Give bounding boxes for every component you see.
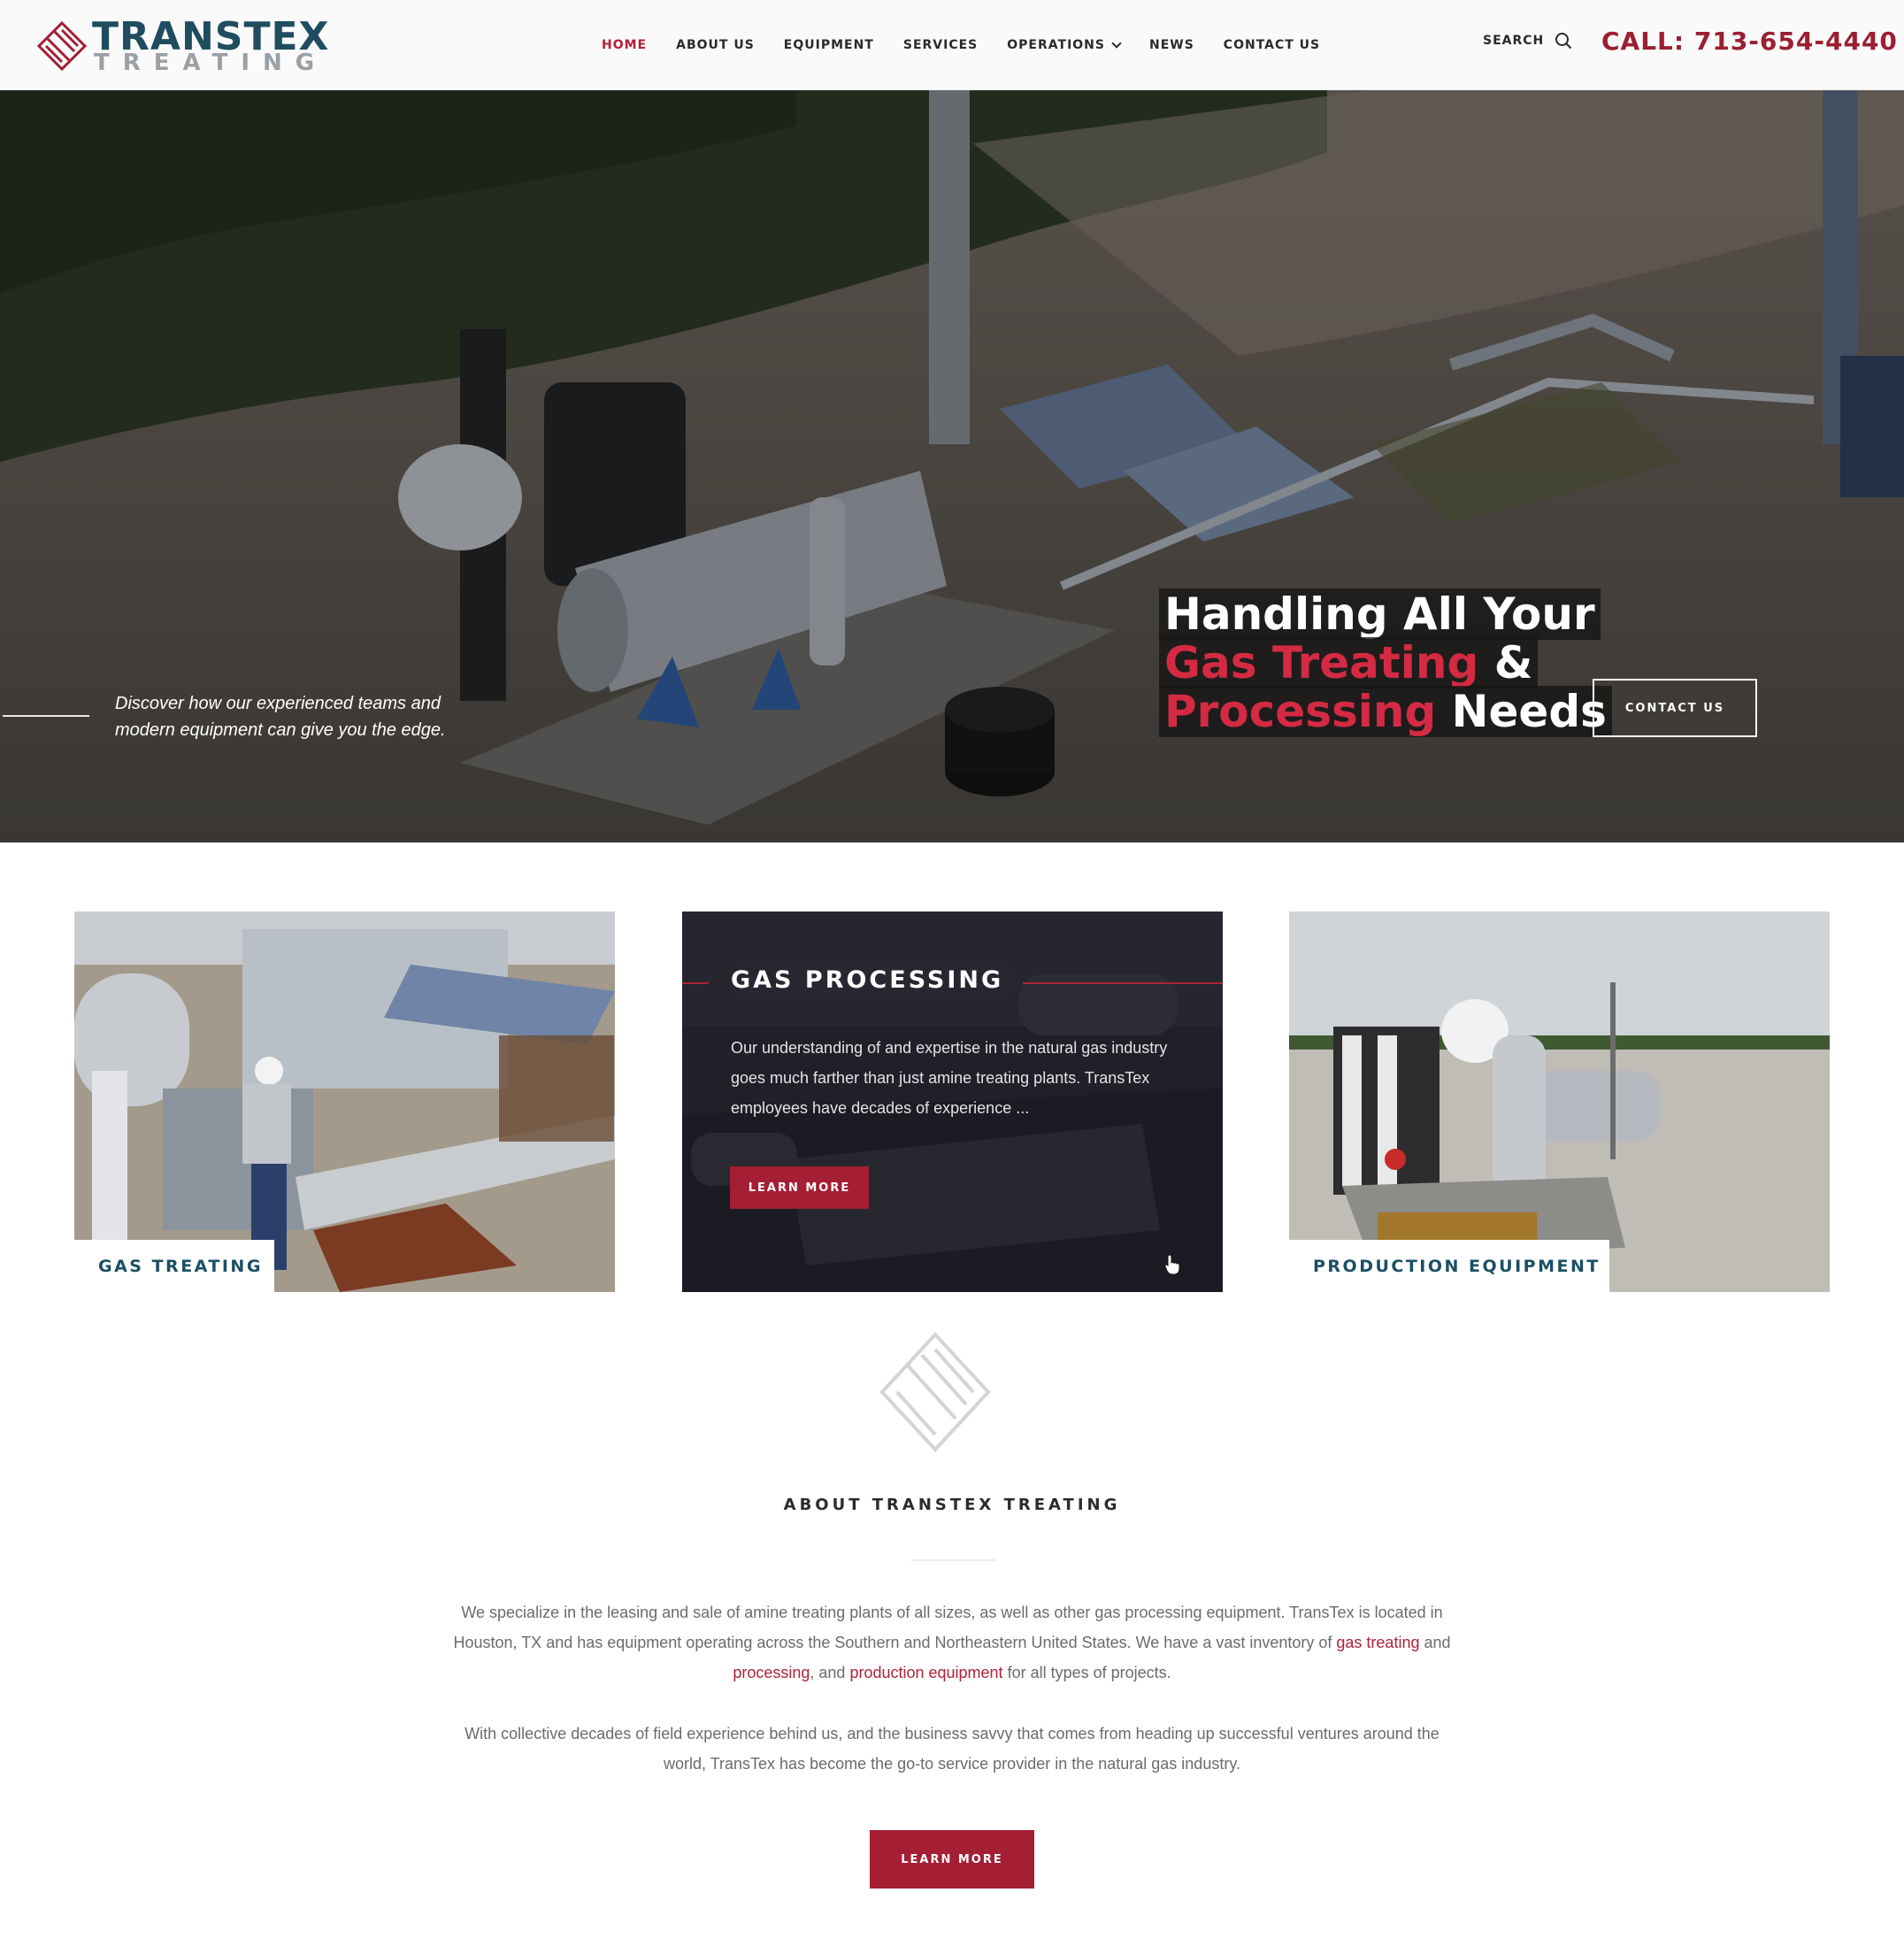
- about-paragraph-2: With collective decades of field experie…: [464, 1725, 1440, 1773]
- link-gas-treating[interactable]: gas treating: [1336, 1634, 1419, 1651]
- card-gas-processing-text: Our understanding of and expertise in th…: [731, 1039, 1168, 1117]
- card-gas-treating-label: GAS TREATING: [74, 1240, 274, 1292]
- about-p1-text-a: We specialize in the leasing and sale of…: [453, 1604, 1443, 1651]
- production-equipment-photo: [1289, 912, 1830, 1292]
- gas-processing-accent-line-right: [1023, 982, 1223, 984]
- diamond-stripes-logo-icon: [36, 20, 88, 72]
- card-gas-processing-learn-more-button[interactable]: LEARN MORE: [730, 1166, 869, 1209]
- nav-news[interactable]: NEWS: [1149, 38, 1194, 52]
- hero-headline-ampersand: &: [1478, 637, 1533, 689]
- nav-home[interactable]: HOME: [602, 38, 647, 52]
- about-divider: [911, 1559, 996, 1561]
- hero-accent-line: [3, 715, 89, 717]
- search-icon: [1555, 33, 1572, 50]
- hero-headline-processing: Processing: [1164, 686, 1437, 737]
- about-paragraph-1: We specialize in the leasing and sale of…: [442, 1597, 1462, 1688]
- about-section-title: ABOUT TRANSTEX TREATING: [783, 1496, 1121, 1514]
- card-gas-processing[interactable]: GAS PROCESSING Our understanding of and …: [682, 912, 1223, 1292]
- hero-headline-gas-treating: Gas Treating: [1164, 637, 1479, 689]
- nav-contact-us[interactable]: CONTACT US: [1224, 38, 1320, 52]
- nav-operations-label: OPERATIONS: [1007, 38, 1105, 52]
- about-learn-more-button[interactable]: LEARN MORE: [870, 1830, 1034, 1889]
- hero-headline: Handling All Your Gas Treating & Process…: [1159, 589, 1612, 737]
- about-p1-text-b: and: [1419, 1634, 1451, 1651]
- call-phone-link[interactable]: CALL: 713-654-4440: [1601, 27, 1898, 56]
- diamond-stripes-watermark-icon: [879, 1332, 991, 1452]
- nav-operations[interactable]: OPERATIONS: [1007, 37, 1122, 52]
- card-gas-treating[interactable]: GAS TREATING: [74, 912, 615, 1292]
- hero-headline-needs: Needs: [1436, 686, 1607, 737]
- hand-pointer-cursor-icon: [1164, 1254, 1180, 1275]
- search-button[interactable]: SEARCH: [1483, 32, 1572, 50]
- hero-contact-us-button[interactable]: CONTACT US: [1593, 679, 1757, 737]
- site-header: TRANSTEX TREATING HOME ABOUT US EQUIPMEN…: [0, 0, 1904, 90]
- link-processing[interactable]: processing: [733, 1664, 810, 1681]
- hero-headline-line1: Handling All Your: [1159, 589, 1601, 640]
- site-logo[interactable]: TRANSTEX TREATING: [35, 14, 328, 76]
- nav-services[interactable]: SERVICES: [903, 38, 978, 52]
- gas-treating-photo: [74, 912, 615, 1292]
- link-production-equipment[interactable]: production equipment: [849, 1664, 1002, 1681]
- hero-banner: Discover how our experienced teams and m…: [0, 90, 1904, 842]
- hero-subtitle: Discover how our experienced teams and m…: [115, 694, 446, 740]
- search-label: SEARCH: [1483, 34, 1545, 48]
- chevron-down-icon: [1111, 37, 1122, 49]
- nav-about-us[interactable]: ABOUT US: [676, 38, 755, 52]
- card-gas-processing-title: GAS PROCESSING: [731, 966, 1011, 994]
- card-production-equipment-label: PRODUCTION EQUIPMENT: [1289, 1240, 1609, 1292]
- logo-name-line2: TREATING: [94, 50, 328, 76]
- main-nav: HOME ABOUT US EQUIPMENT SERVICES OPERATI…: [602, 0, 1349, 90]
- about-p1-text-d: for all types of projects.: [1002, 1664, 1171, 1681]
- about-p1-text-c: , and: [810, 1664, 850, 1681]
- gas-processing-accent-line-left: [682, 982, 709, 984]
- card-production-equipment[interactable]: PRODUCTION EQUIPMENT: [1289, 912, 1830, 1292]
- nav-equipment[interactable]: EQUIPMENT: [784, 38, 874, 52]
